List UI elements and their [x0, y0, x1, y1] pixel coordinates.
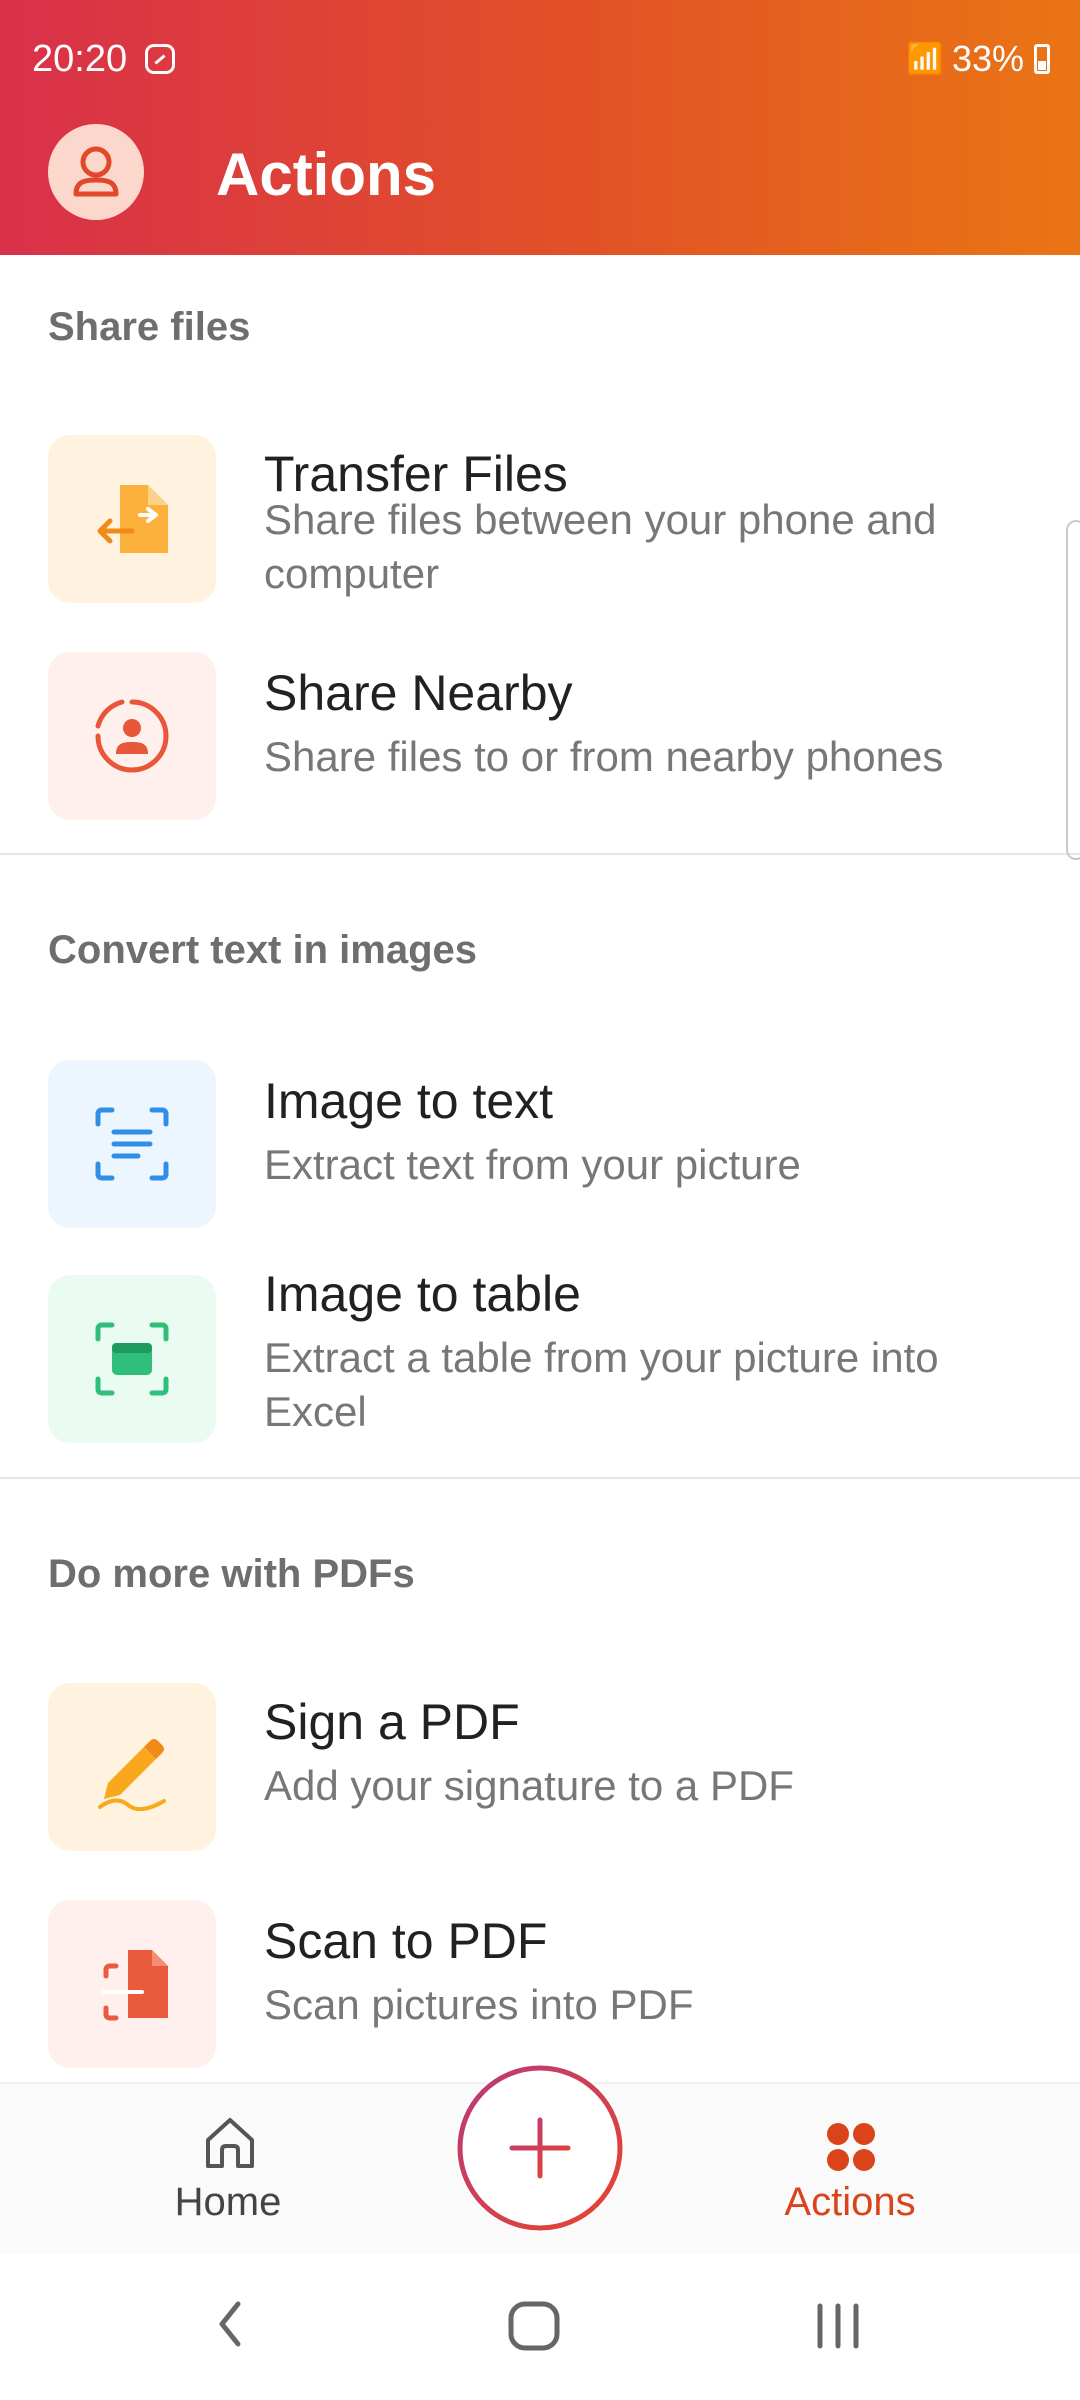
- section-divider: [0, 1477, 1080, 1479]
- section-title-share-files: Share files: [48, 305, 251, 349]
- home-system-icon[interactable]: [505, 2298, 565, 2354]
- action-image-to-text[interactable]: Image to text Extract text from your pic…: [0, 1060, 1060, 1230]
- item-title: Image to text: [264, 1073, 554, 1129]
- apps-grid-icon: [827, 2123, 875, 2171]
- scan-text-icon: [48, 1060, 216, 1228]
- page-title: Actions: [216, 141, 437, 208]
- avatar[interactable]: [48, 124, 144, 220]
- action-scan-to-pdf[interactable]: Scan to PDF Scan pictures into PDF: [0, 1900, 1060, 2070]
- item-title: Share Nearby: [264, 665, 573, 721]
- item-subtitle: Scan pictures into PDF: [264, 1981, 694, 2028]
- action-transfer-files[interactable]: Transfer Files Share files between your …: [0, 435, 1060, 605]
- section-divider: [0, 853, 1080, 855]
- item-subtitle: Extract a table from your picture into E…: [264, 1334, 939, 1435]
- action-share-nearby[interactable]: Share Nearby Share files to or from near…: [0, 652, 1060, 822]
- person-icon: [73, 146, 119, 197]
- back-icon[interactable]: [210, 2294, 250, 2354]
- signature-pen-icon: [48, 1683, 216, 1851]
- item-title: Image to table: [264, 1266, 581, 1322]
- item-subtitle: Add your signature to a PDF: [264, 1762, 794, 1809]
- create-fab-button[interactable]: [456, 2064, 624, 2232]
- item-title: Scan to PDF: [264, 1913, 548, 1969]
- app-screen: 20:20 📶 33% Actions Share files Transfer: [0, 0, 1080, 2400]
- notification-app-icon: [145, 44, 175, 74]
- plus-icon: [457, 2065, 623, 2231]
- app-header: 20:20 📶 33% Actions: [0, 0, 1080, 255]
- action-sign-pdf[interactable]: Sign a PDF Add your signature to a PDF: [0, 1683, 1060, 1853]
- item-subtitle: Extract text from your picture: [264, 1141, 801, 1188]
- signal-icon: 📶: [906, 42, 946, 76]
- item-title: Sign a PDF: [264, 1694, 520, 1750]
- nearby-share-icon: [48, 652, 216, 820]
- battery-icon: [1034, 44, 1050, 74]
- scan-document-icon: [48, 1900, 216, 2068]
- nav-actions-label: Actions: [784, 2180, 916, 2224]
- item-subtitle: Share files to or from nearby phones: [264, 733, 944, 780]
- battery-text: 33%: [951, 38, 1024, 79]
- status-indicators: 📶 33%: [907, 38, 1050, 80]
- home-icon: [206, 2118, 254, 2168]
- item-subtitle: Share files between your phone and compu…: [264, 496, 937, 597]
- action-image-to-table[interactable]: Image to table Extract a table from your…: [0, 1266, 1060, 1445]
- section-title-pdfs: Do more with PDFs: [48, 1552, 415, 1596]
- scrollbar-handle[interactable]: [1066, 520, 1080, 860]
- status-time: 20:20: [32, 38, 128, 80]
- scan-table-icon: [48, 1275, 216, 1443]
- recent-apps-icon[interactable]: [810, 2298, 870, 2354]
- nav-home-label: Home: [174, 2180, 282, 2224]
- section-title-convert-text: Convert text in images: [48, 928, 478, 972]
- file-transfer-icon: [48, 435, 216, 603]
- system-navigation-bar: [0, 2254, 1080, 2400]
